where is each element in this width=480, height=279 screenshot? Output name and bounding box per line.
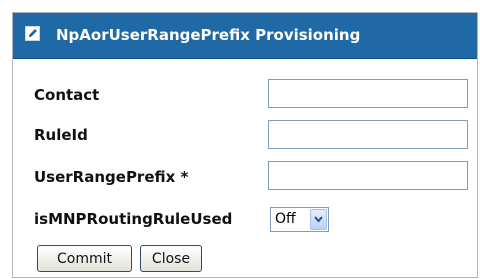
is-mnp-routing-rule-used-label: isMNPRoutingRuleUsed <box>34 210 233 228</box>
dialog-title: NpAorUserRangePrefix Provisioning <box>56 26 361 44</box>
ruleid-input[interactable] <box>268 120 468 149</box>
dialog-titlebar: NpAorUserRangePrefix Provisioning <box>13 13 477 59</box>
dropdown-arrow-button[interactable] <box>310 209 327 230</box>
edit-icon <box>25 26 40 41</box>
commit-button[interactable]: Commit <box>37 245 132 272</box>
provisioning-dialog: NpAorUserRangePrefix Provisioning Contac… <box>12 12 478 278</box>
user-range-prefix-input[interactable] <box>268 161 468 190</box>
select-value: Off <box>275 211 296 227</box>
contact-label: Contact <box>34 86 100 104</box>
close-button[interactable]: Close <box>140 245 202 272</box>
user-range-prefix-label: UserRangePrefix * <box>34 168 189 186</box>
is-mnp-routing-rule-used-select[interactable]: Off <box>270 207 329 232</box>
ruleid-label: RuleId <box>34 126 88 144</box>
contact-input[interactable] <box>268 79 468 108</box>
chevron-down-icon <box>314 216 323 223</box>
